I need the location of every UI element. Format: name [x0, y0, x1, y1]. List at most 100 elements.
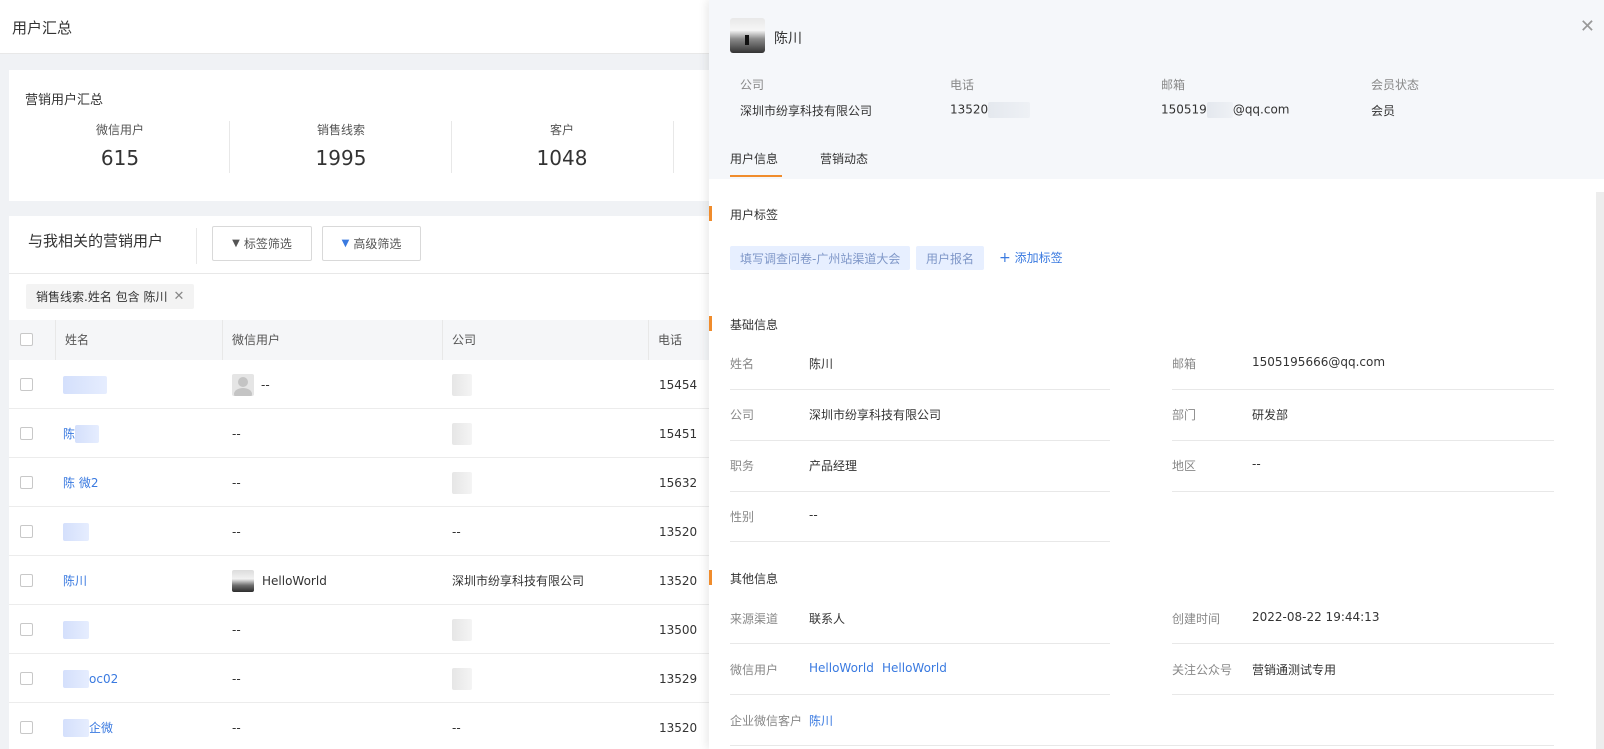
field-value-gender: -- — [809, 508, 818, 522]
wechat-user-link[interactable]: HelloWorld — [882, 661, 947, 675]
select-all-checkbox[interactable] — [20, 333, 33, 346]
advanced-filter-button[interactable]: ▼ 高级筛选 — [322, 226, 421, 261]
summary-title: 营销用户汇总 — [25, 93, 104, 108]
blurred-text — [452, 667, 472, 690]
row-wechat: -- — [232, 426, 241, 441]
row-wechat: -- — [232, 622, 241, 637]
summary-card: 营销用户汇总 微信用户 615 销售线索 1995 客户 1048 — [9, 70, 709, 201]
divider — [730, 440, 1110, 441]
stat-customers: 客户 1048 — [451, 121, 673, 173]
divider — [730, 643, 1110, 644]
row-name-link[interactable]: oc02 — [63, 654, 213, 703]
row-checkbox[interactable] — [20, 721, 33, 734]
divider — [730, 389, 1110, 390]
wechat-user-link[interactable]: HelloWorld — [809, 661, 874, 675]
row-name-link[interactable]: 陈 — [63, 409, 213, 458]
row-name-link[interactable]: 企微 — [63, 703, 213, 749]
tab-marketing-activity[interactable]: 营销动态 — [820, 150, 868, 167]
blurred-text — [452, 373, 472, 396]
user-name: 陈川 — [774, 31, 802, 47]
column-header-name[interactable]: 姓名 — [55, 320, 89, 360]
meta-value-phone: 13520 — [950, 102, 1031, 118]
row-name-link[interactable] — [63, 605, 213, 654]
row-phone: 15632 — [659, 475, 698, 490]
divider — [730, 694, 1110, 695]
row-checkbox[interactable] — [20, 574, 33, 587]
blurred-text — [452, 422, 472, 445]
field-value-official-account: 营销通测试专用 — [1252, 663, 1337, 677]
blurred-text — [988, 102, 1031, 118]
close-icon[interactable]: ✕ — [1580, 16, 1595, 37]
meta-value-member-status: 会员 — [1371, 104, 1396, 118]
divider — [730, 541, 1110, 542]
table-header: 姓名 微信用户 公司 电话 — [9, 320, 709, 360]
row-phone: 13520 — [659, 524, 698, 539]
stat-label: 销售线索 — [316, 123, 365, 137]
column-header-wechat[interactable]: 微信用户 — [222, 320, 280, 360]
row-checkbox[interactable] — [20, 623, 33, 636]
page-title: 用户汇总 — [12, 19, 73, 37]
divider — [1172, 491, 1554, 492]
field-label-wecom-customer: 企业微信客户 — [730, 714, 803, 728]
divider — [9, 273, 709, 274]
advanced-filter-icon: ▼ — [341, 238, 350, 249]
blurred-text — [1206, 102, 1233, 118]
section-marker — [709, 316, 712, 331]
column-header-company[interactable]: 公司 — [442, 320, 476, 360]
user-tag[interactable]: 用户报名 — [916, 246, 985, 270]
marketing-user-list: 与我相关的营销用户 ▼ 标签筛选 ▼ 高级筛选 销售线索.姓名 包含 陈川 ✕ … — [9, 216, 709, 749]
row-name-link[interactable]: 陈 微2 — [63, 458, 213, 507]
field-label-name: 姓名 — [730, 357, 755, 371]
scrollbar[interactable] — [1596, 192, 1604, 749]
filter-chip[interactable]: 销售线索.姓名 包含 陈川 ✕ — [26, 284, 195, 309]
row-checkbox[interactable] — [20, 672, 33, 685]
user-detail-drawer: 陈川 ✕ 公司 深圳市纷享科技有限公司 电话 13520 邮箱 150519 @q… — [709, 0, 1604, 749]
stat-wechat-users: 微信用户 615 — [9, 121, 231, 173]
row-name-link[interactable] — [63, 360, 213, 409]
user-tag[interactable]: 填写调查问卷-广州站渠道大会 — [730, 246, 911, 270]
section-marker — [709, 570, 712, 585]
close-icon[interactable]: ✕ — [173, 289, 184, 304]
divider — [1172, 440, 1554, 441]
row-phone: 13529 — [659, 671, 698, 686]
row-phone: 13500 — [659, 622, 698, 637]
blurred-text — [63, 620, 89, 639]
row-checkbox[interactable] — [20, 427, 33, 440]
divider — [1172, 389, 1554, 390]
blurred-text — [452, 471, 472, 494]
table-row[interactable]: 企微 -- -- 13520 — [9, 703, 709, 749]
table-row[interactable]: -- 15454 — [9, 360, 709, 409]
row-name-link[interactable]: 陈川 — [63, 556, 213, 605]
table-row[interactable]: 陈 -- 15451 — [9, 409, 709, 458]
blurred-text — [63, 669, 89, 688]
table-row[interactable]: -- -- 13520 — [9, 507, 709, 556]
wecom-customer-link[interactable]: 陈川 — [809, 712, 833, 729]
row-company — [452, 409, 642, 458]
row-checkbox[interactable] — [20, 525, 33, 538]
row-checkbox[interactable] — [20, 378, 33, 391]
table-row[interactable]: oc02 -- 13529 — [9, 654, 709, 703]
drawer-header: 陈川 ✕ 公司 深圳市纷享科技有限公司 电话 13520 邮箱 150519 @q… — [709, 0, 1604, 179]
avatar — [232, 569, 254, 592]
row-name-link[interactable] — [63, 507, 213, 556]
row-company — [452, 360, 642, 409]
field-label-wechat-user: 微信用户 — [730, 663, 779, 677]
field-value-company: 深圳市纷享科技有限公司 — [809, 408, 942, 422]
row-wechat: -- — [232, 671, 241, 686]
row-wechat: HelloWorld — [232, 556, 432, 605]
tag-filter-button[interactable]: ▼ 标签筛选 — [212, 226, 312, 261]
row-checkbox[interactable] — [20, 476, 33, 489]
add-tag-button[interactable]: + 添加标签 — [999, 249, 1063, 266]
table-row[interactable]: 陈 微2 -- 15632 — [9, 458, 709, 507]
column-header-phone[interactable]: 电话 — [648, 320, 682, 360]
row-wechat: -- — [232, 720, 241, 735]
list-title: 与我相关的营销用户 — [28, 232, 164, 250]
field-value-region: -- — [1252, 457, 1261, 471]
table-row[interactable]: -- 13500 — [9, 605, 709, 654]
table-row[interactable]: 陈川 HelloWorld 深圳市纷享科技有限公司 13520 — [9, 556, 709, 605]
tab-user-info[interactable]: 用户信息 — [730, 150, 778, 167]
divider — [1172, 643, 1554, 644]
stat-sales-leads: 销售线索 1995 — [230, 121, 452, 173]
blurred-text — [452, 618, 472, 641]
stat-label: 微信用户 — [95, 123, 144, 137]
